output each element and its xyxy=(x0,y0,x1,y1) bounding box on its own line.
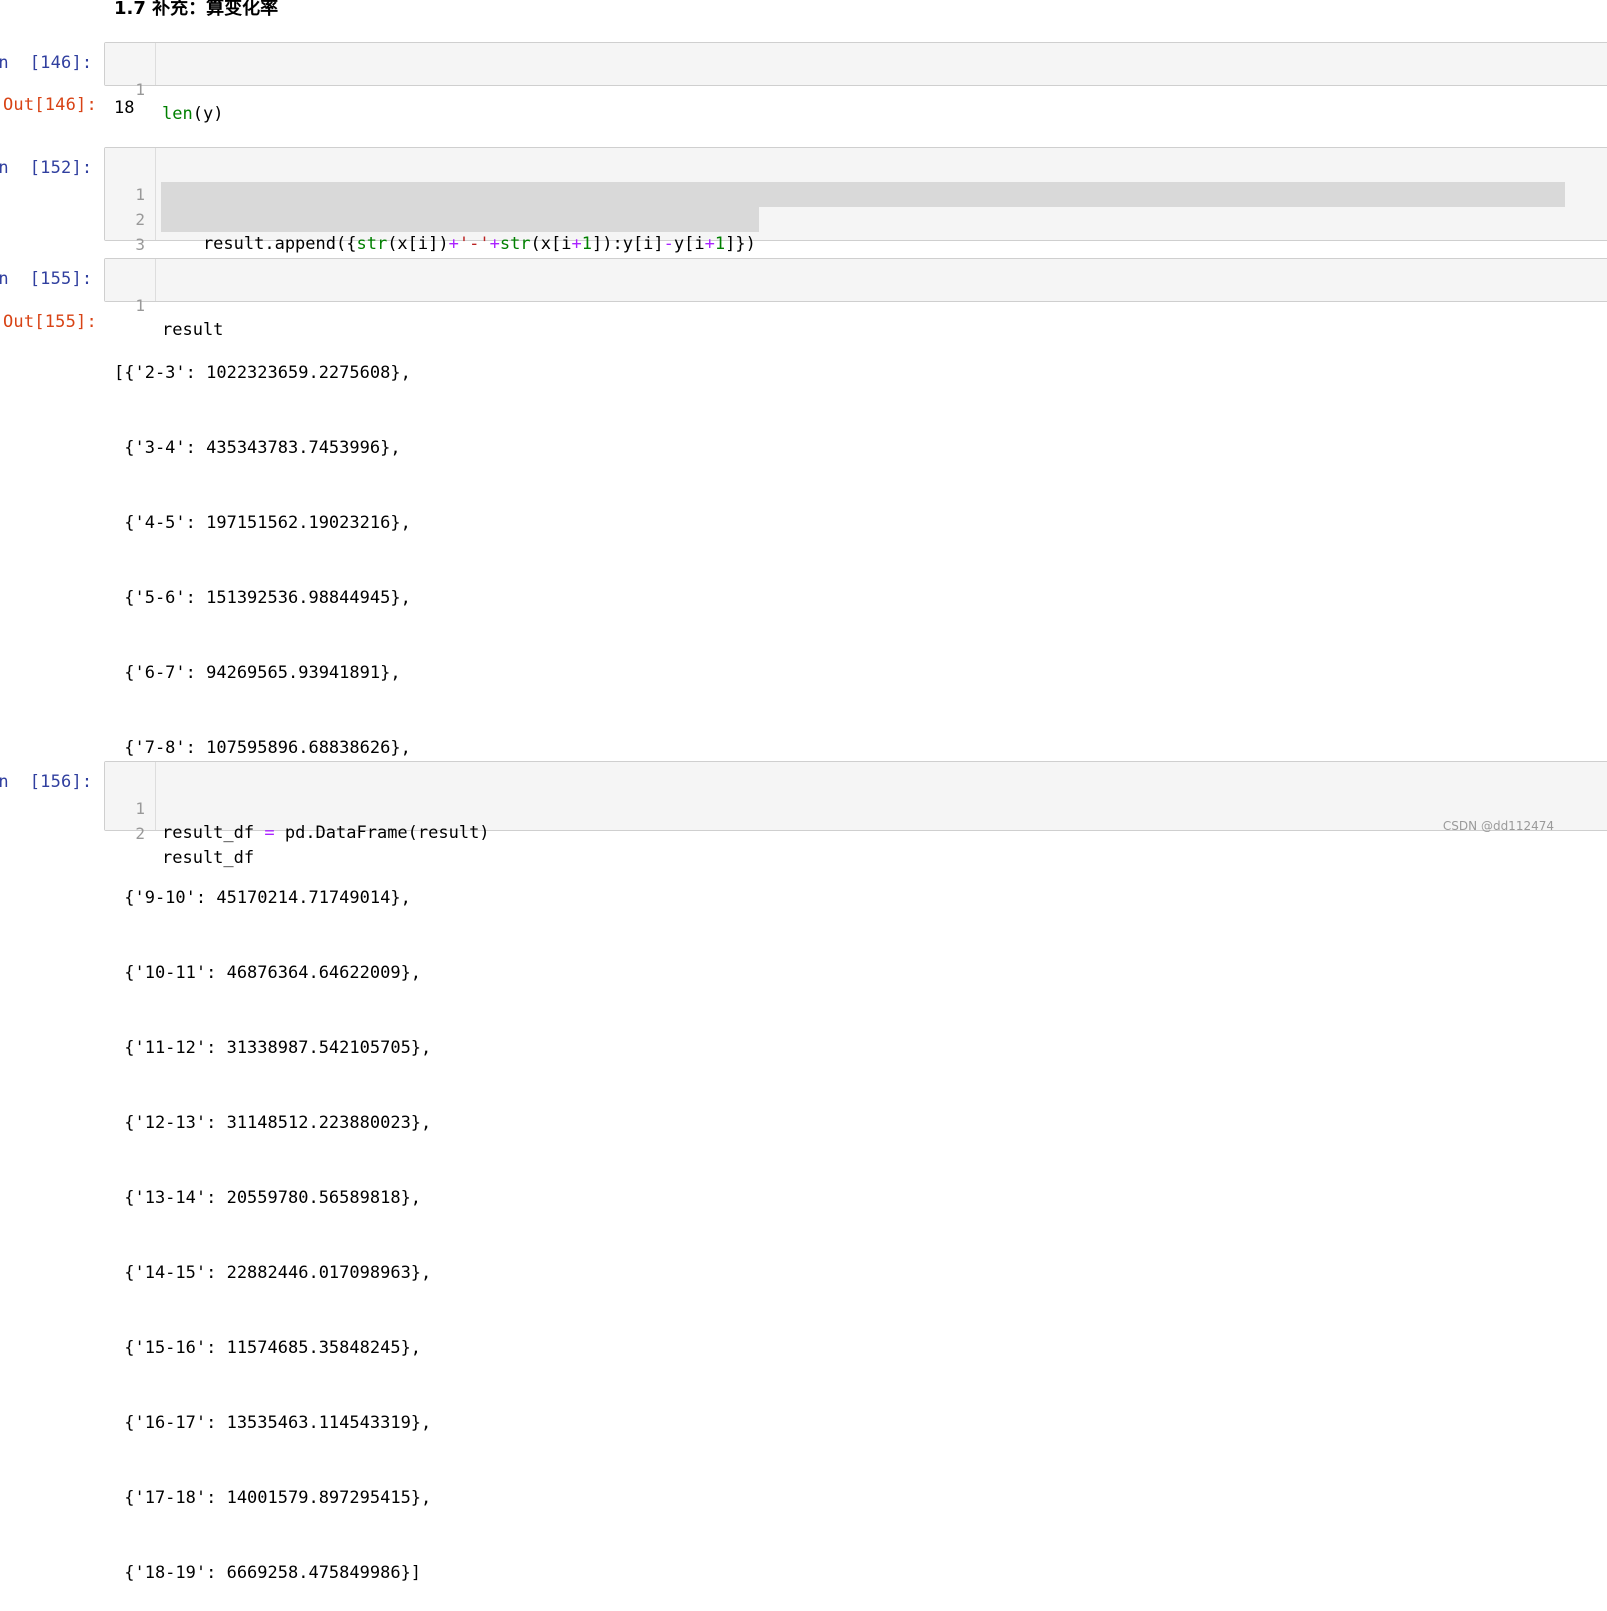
output-line: {'3-4': 435343783.7453996}, xyxy=(114,438,401,458)
code-cell-155[interactable]: 1 result xyxy=(104,258,1607,340)
code-line: 2 result_df xyxy=(105,796,1607,868)
section-heading: 1.7 补充：算变化率 xyxy=(114,0,279,19)
output-146: 18 xyxy=(114,98,135,118)
line-number: 3 xyxy=(135,235,145,254)
out-prompt-155: Out[155]: xyxy=(3,312,97,332)
out-prompt-146: Out[146]: xyxy=(3,95,97,115)
code-line: 1 result = [] xyxy=(105,157,1607,229)
line-number: 2 xyxy=(135,824,145,843)
output-line: {'17-18': 14001579.897295415}, xyxy=(114,1488,432,1508)
code-line: 1 len(y) xyxy=(105,52,1607,124)
output-line: {'16-17': 13535463.114543319}, xyxy=(114,1413,432,1433)
output-line: [{'2-3': 1022323659.2275608}, xyxy=(114,363,411,383)
code-text: len(y) xyxy=(162,104,224,124)
output-line: {'14-15': 22882446.017098963}, xyxy=(114,1263,432,1283)
line-number-row: 3 xyxy=(105,207,155,254)
output-155: [{'2-3': 1022323659.2275608}, {'3-4': 43… xyxy=(114,311,431,1611)
output-line: {'5-6': 151392536.98844945}, xyxy=(114,588,411,608)
output-line: {'10-11': 46876364.64622009}, xyxy=(114,963,422,983)
code-cell-156[interactable]: 1 result_df = pd.DataFrame(result) 2 res… xyxy=(104,761,1607,868)
watermark: CSDN @dd112474 xyxy=(1442,819,1554,833)
in-prompt-156: In [156]: xyxy=(0,772,93,792)
output-line: {'4-5': 197151562.19023216}, xyxy=(114,513,411,533)
output-line: {'12-13': 31148512.223880023}, xyxy=(114,1113,432,1133)
code-line-highlighted: for i in range(len(y)-1): xyxy=(161,182,1565,229)
output-line: {'11-12': 31338987.542105705}, xyxy=(114,1038,432,1058)
code-text: result_df = pd.DataFrame(result) xyxy=(162,823,490,843)
output-line: {'9-10': 45170214.71749014}, xyxy=(114,888,411,908)
code-cell-152[interactable]: 1 result = [] for i in range(len(y)-1): … xyxy=(104,147,1607,254)
in-prompt-152: In [152]: xyxy=(0,158,93,178)
code-text: result.append({str(x[i])+'-'+str(x[i+1])… xyxy=(162,234,756,254)
code-line: 1 result_df = pd.DataFrame(result) xyxy=(105,771,1607,843)
code-line-highlighted: result.append({str(x[i])+'-'+str(x[i+1])… xyxy=(161,207,759,254)
code-line: 1 result xyxy=(105,268,1607,340)
line-number-row: 2 xyxy=(105,182,155,229)
in-prompt-146: In [146]: xyxy=(0,53,93,73)
output-line: {'6-7': 94269565.93941891}, xyxy=(114,663,401,683)
output-line: {'15-16': 11574685.35848245}, xyxy=(114,1338,422,1358)
output-line: {'13-14': 20559780.56589818}, xyxy=(114,1188,422,1208)
in-prompt-155: In [155]: xyxy=(0,269,93,289)
output-line: {'7-8': 107595896.68838626}, xyxy=(114,738,411,758)
output-line: {'18-19': 6669258.475849986}] xyxy=(114,1563,422,1583)
code-cell-146[interactable]: 1 len(y) xyxy=(104,42,1607,124)
